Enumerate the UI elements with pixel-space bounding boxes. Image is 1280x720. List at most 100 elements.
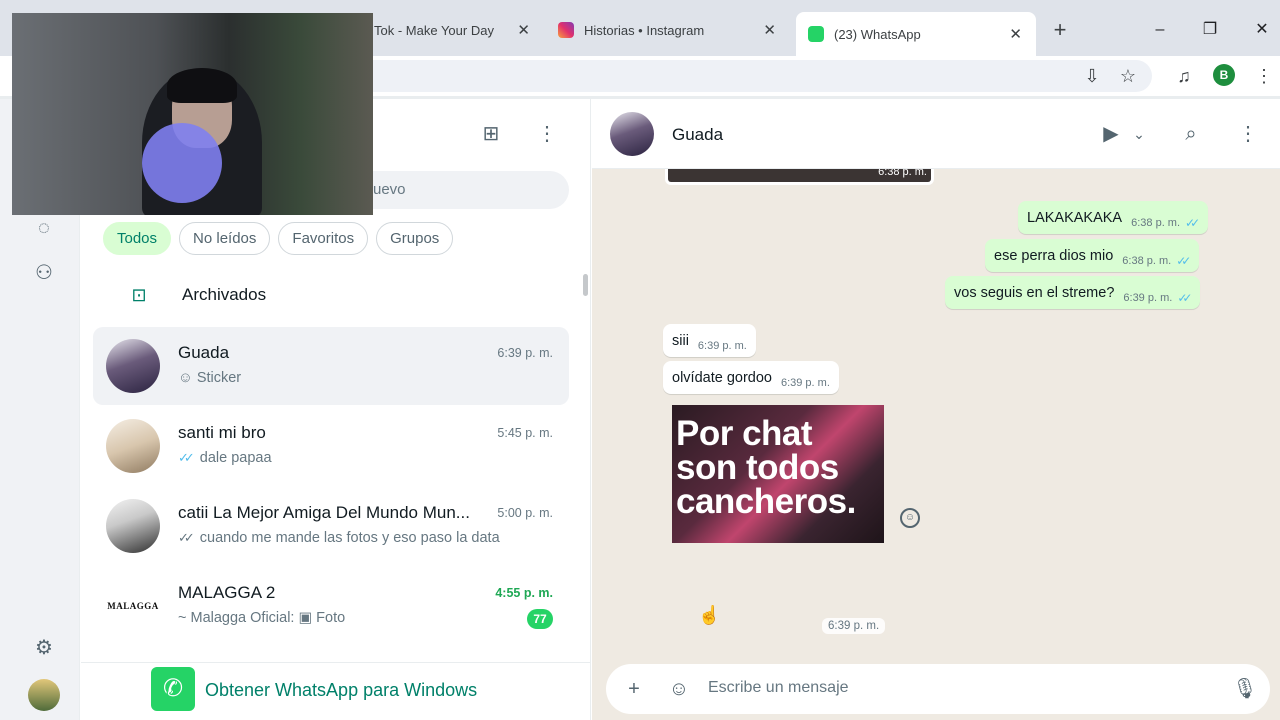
message-text: vos seguis en el streme? bbox=[954, 284, 1115, 301]
avatar: MALAGGA bbox=[106, 579, 160, 633]
message-text: olvídate gordoo bbox=[672, 369, 772, 386]
message-text: ese perra dios mio bbox=[994, 247, 1114, 264]
message-time: 6:39 p. m. bbox=[1123, 291, 1173, 304]
chat-row-santi[interactable]: santi mi bro 5:45 p. m. ✓✓ dale papaa bbox=[93, 407, 569, 485]
profile-avatar[interactable]: B bbox=[1213, 64, 1235, 86]
avatar bbox=[106, 499, 160, 553]
window-close-button[interactable]: ✕ bbox=[1250, 16, 1274, 44]
tab-instagram[interactable]: Historias • Instagram ✕ bbox=[546, 12, 790, 48]
scrollbar[interactable] bbox=[583, 274, 588, 296]
profile-avatar[interactable] bbox=[28, 679, 60, 711]
chat-name: MALAGGA 2 bbox=[178, 583, 276, 602]
chat-name: catii La Mejor Amiga Del Mundo Mun... bbox=[178, 503, 470, 522]
read-ticks-icon: ✓✓ bbox=[1177, 290, 1192, 305]
message-list: 6:38 p. m. LAKAKAKAKA 6:38 p. m. ✓✓ ese … bbox=[592, 165, 1280, 660]
filter-todos[interactable]: Todos bbox=[103, 222, 172, 255]
media-control-icon[interactable]: ♫ bbox=[1172, 64, 1196, 88]
message-time: 6:39 p. m. bbox=[780, 376, 830, 389]
preview-text: cuando me mande las fotos y eso paso la … bbox=[199, 530, 500, 546]
read-ticks-icon: ✓✓ bbox=[1176, 253, 1191, 268]
mic-icon[interactable]: 🎙 bbox=[1232, 676, 1258, 702]
tab-whatsapp[interactable]: (23) WhatsApp ✕ bbox=[796, 12, 1036, 56]
chat-preview: ~ Malagga Oficial: ▣ Foto bbox=[178, 610, 345, 626]
webcam-hair bbox=[167, 68, 237, 103]
archive-icon: ⊡ bbox=[131, 284, 147, 305]
tab-title: (23) WhatsApp bbox=[834, 26, 921, 42]
message-incoming[interactable]: olvídate gordoo 6:39 p. m. bbox=[663, 361, 839, 394]
contact-name[interactable]: Guada bbox=[672, 125, 723, 145]
tab-close-icon[interactable]: ✕ bbox=[763, 21, 776, 39]
avatar bbox=[106, 419, 160, 473]
read-ticks-icon: ✓✓ bbox=[178, 450, 195, 465]
read-ticks-icon: ✓✓ bbox=[1185, 215, 1200, 230]
tab-title: Tok - Make Your Day bbox=[374, 22, 494, 38]
banner-text[interactable]: Obtener WhatsApp para Windows bbox=[205, 680, 477, 701]
preview-text: Foto bbox=[316, 610, 346, 626]
filter-grupos[interactable]: Grupos bbox=[376, 222, 454, 255]
whatsapp-favicon-icon bbox=[808, 26, 824, 42]
message-composer[interactable]: + ☺ Escribe un mensaje 🎙 bbox=[606, 664, 1270, 714]
message-outgoing[interactable]: LAKAKAKAKA 6:38 p. m. ✓✓ bbox=[1018, 201, 1209, 234]
video-call-icon[interactable]: ▶ bbox=[1098, 121, 1124, 147]
sticker-time: 6:39 p. m. bbox=[822, 618, 886, 634]
preview-text: Sticker bbox=[196, 370, 242, 386]
chat-row-malagga[interactable]: MALAGGA MALAGGA 2 4:55 p. m. ~ Malagga O… bbox=[93, 567, 569, 645]
chevron-down-icon[interactable]: ⌄ bbox=[1128, 121, 1150, 147]
conversation-panel: Guada ▶ ⌄ ⌕ ⋮ 6:38 p. m. LAKAKAKAKA 6:38… bbox=[592, 99, 1280, 720]
preview-text: dale papaa bbox=[199, 450, 272, 466]
filter-no-leidos[interactable]: No leídos bbox=[179, 222, 271, 255]
archived-row[interactable]: ⊡ Archivados bbox=[103, 274, 569, 316]
channels-icon[interactable]: ◌ bbox=[28, 212, 60, 244]
chat-preview: ☺ Sticker bbox=[178, 370, 241, 386]
menu-icon[interactable]: ⋮ bbox=[532, 119, 562, 149]
tab-close-icon[interactable]: ✕ bbox=[1009, 25, 1022, 43]
message-incoming[interactable]: siii 6:39 p. m. bbox=[663, 324, 756, 357]
chat-preview: ✓✓ cuando me mande las fotos y eso paso … bbox=[178, 530, 500, 546]
message-outgoing[interactable]: ese perra dios mio 6:38 p. m. ✓✓ bbox=[985, 239, 1200, 272]
avatar bbox=[106, 339, 160, 393]
search-icon[interactable]: ⌕ bbox=[1178, 121, 1204, 147]
settings-icon[interactable]: ⚙ bbox=[28, 632, 60, 664]
chat-name: Guada bbox=[178, 343, 230, 362]
install-app-icon[interactable]: ⇩ bbox=[1080, 64, 1104, 88]
whatsapp-logo-icon: ✆ bbox=[151, 667, 195, 711]
unread-badge: 77 bbox=[527, 609, 553, 629]
react-emoji-icon[interactable]: ☺ bbox=[900, 508, 920, 528]
message-outgoing[interactable]: vos seguis en el streme? 6:39 p. m. ✓✓ bbox=[945, 276, 1201, 309]
delivered-ticks-icon: ✓✓ bbox=[178, 530, 195, 545]
restore-button[interactable]: ❐ bbox=[1198, 16, 1222, 44]
webcam-overlay bbox=[12, 13, 373, 215]
message-time: 6:38 p. m. bbox=[1131, 216, 1181, 229]
filter-favoritos[interactable]: Favoritos bbox=[278, 222, 369, 255]
tab-close-icon[interactable]: ✕ bbox=[517, 21, 530, 39]
address-bar[interactable] bbox=[320, 60, 1152, 92]
minimize-button[interactable]: – bbox=[1148, 16, 1172, 44]
search-placeholder: uevo bbox=[373, 181, 406, 198]
plus-icon[interactable]: + bbox=[621, 676, 647, 702]
chat-time: 4:55 p. m. bbox=[495, 586, 553, 600]
sticker-icon[interactable]: ☺ bbox=[666, 676, 692, 702]
conversation-header[interactable]: Guada ▶ ⌄ ⌕ ⋮ bbox=[592, 99, 1280, 169]
menu-icon[interactable]: ⋮ bbox=[1235, 121, 1261, 147]
preview-sender: ~ Malagga Oficial: bbox=[178, 610, 295, 626]
communities-icon[interactable]: ⚇ bbox=[28, 257, 60, 289]
new-chat-icon[interactable]: ⊞ bbox=[476, 119, 506, 149]
archived-label: Archivados bbox=[182, 285, 267, 304]
message-text: siii bbox=[672, 332, 689, 349]
contact-avatar[interactable] bbox=[610, 112, 654, 156]
chat-row-guada[interactable]: Guada 6:39 p. m. ☺ Sticker bbox=[93, 327, 569, 405]
sticker-message[interactable]: Por chat son todos cancheros. bbox=[672, 405, 884, 543]
more-menu-icon[interactable]: ⋮ bbox=[1252, 64, 1276, 88]
hand-cursor-icon: ☝ bbox=[698, 605, 721, 625]
new-tab-button[interactable]: + bbox=[1048, 16, 1072, 44]
get-app-banner[interactable]: ✆ Obtener WhatsApp para Windows bbox=[81, 662, 590, 720]
bookmark-star-icon[interactable]: ☆ bbox=[1116, 64, 1140, 88]
webcam-plush bbox=[142, 123, 222, 203]
chat-row-catii[interactable]: catii La Mejor Amiga Del Mundo Mun... 5:… bbox=[93, 487, 569, 565]
tab-tiktok[interactable]: Tok - Make Your Day ✕ bbox=[362, 12, 544, 48]
chat-preview: ✓✓ dale papaa bbox=[178, 450, 272, 466]
chat-time: 5:00 p. m. bbox=[497, 506, 553, 520]
message-input[interactable]: Escribe un mensaje bbox=[708, 679, 849, 697]
tab-title: Historias • Instagram bbox=[584, 22, 705, 38]
sticker-icon: ☺ bbox=[178, 370, 193, 386]
